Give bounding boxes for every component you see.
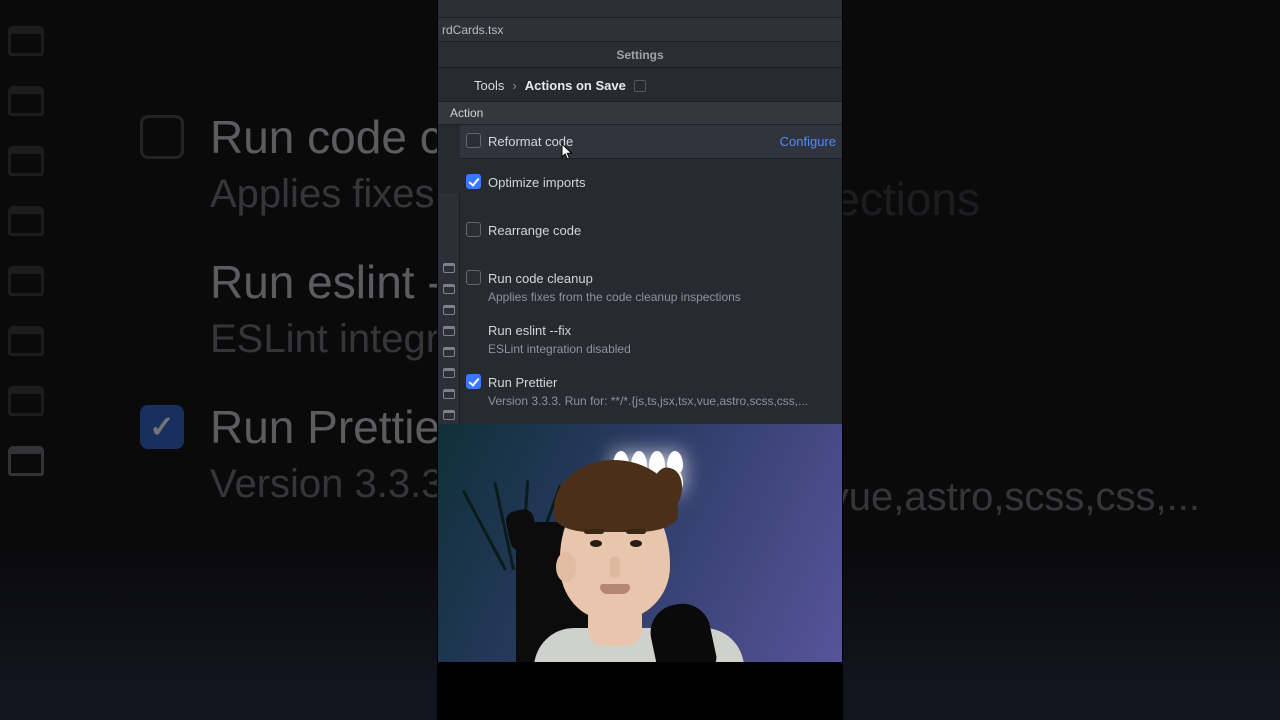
reset-icon[interactable] — [634, 80, 646, 92]
window-icon — [8, 266, 44, 296]
checkbox-reformat[interactable] — [466, 133, 481, 148]
checkbox-unchecked-icon — [140, 115, 184, 159]
actions-column-header: Action — [438, 101, 842, 125]
breadcrumb-current: Actions on Save — [525, 78, 626, 93]
action-label: Run code cleanup — [488, 271, 830, 287]
action-run-eslint-fix[interactable]: Run eslint --fix ESLint integration disa… — [460, 314, 842, 366]
breadcrumb-root[interactable]: Tools — [474, 78, 504, 93]
checkbox-cleanup[interactable] — [466, 270, 481, 285]
webcam-overlay — [438, 424, 842, 662]
nose-icon — [610, 556, 620, 578]
action-rearrange-code[interactable]: Rearrange code — [460, 207, 842, 255]
bg-toolstrip — [8, 26, 68, 476]
action-run-prettier[interactable]: Run Prettier Version 3.3.3. Run for: **/… — [460, 366, 842, 418]
eye-icon — [590, 540, 602, 547]
window-icon — [8, 206, 44, 236]
checkbox-checked-icon — [140, 405, 184, 449]
action-label: Run Prettier — [488, 375, 830, 391]
toolwindow-icon[interactable] — [443, 389, 455, 399]
window-icon — [8, 386, 44, 416]
action-optimize-imports[interactable]: Optimize imports — [460, 159, 842, 207]
mouth-icon — [600, 584, 630, 594]
configure-link[interactable]: Configure — [780, 134, 836, 149]
action-label: Optimize imports — [488, 175, 830, 191]
window-icon — [8, 326, 44, 356]
toolwindow-icon[interactable] — [443, 284, 455, 294]
editor-tabbar[interactable]: rdCards.tsx — [438, 18, 842, 42]
breadcrumb: Tools › Actions on Save — [438, 68, 842, 101]
settings-dialog-title: Settings — [438, 42, 842, 68]
chevron-right-icon: › — [512, 78, 516, 93]
person-hair — [554, 460, 678, 532]
eyebrow-icon — [584, 529, 604, 534]
bg-right-tail: ,vue,astro,scss,css,... — [818, 475, 1200, 520]
toolwindow-icon[interactable] — [443, 263, 455, 273]
bg-label: Run Prettier — [210, 400, 455, 454]
window-icon — [8, 146, 44, 176]
eyebrow-icon — [626, 529, 646, 534]
checkbox-prettier[interactable] — [466, 374, 481, 389]
window-icon — [8, 86, 44, 116]
checkbox-rearrange[interactable] — [466, 222, 481, 237]
settings-title-text: Settings — [616, 48, 663, 62]
toolwindow-icon[interactable] — [443, 326, 455, 336]
editor-tab-filename[interactable]: rdCards.tsx — [442, 23, 503, 37]
action-label: Rearrange code — [488, 223, 830, 239]
letterbox-bar — [438, 662, 842, 720]
person-ear — [556, 552, 576, 582]
action-run-code-cleanup[interactable]: Run code cleanup Applies fixes from the … — [460, 255, 842, 314]
ide-titlebar — [438, 0, 842, 18]
eye-icon — [630, 540, 642, 547]
action-desc: Applies fixes from the code cleanup insp… — [488, 289, 830, 305]
window-icon — [8, 26, 44, 56]
toolwindow-icon[interactable] — [443, 305, 455, 315]
action-reformat-code[interactable]: Reformat code Configure — [460, 125, 842, 159]
column-header-text: Action — [450, 106, 483, 120]
checkbox-optimize[interactable] — [466, 174, 481, 189]
checkbox-eslint-disabled — [466, 322, 481, 337]
toolwindow-icon[interactable] — [443, 347, 455, 357]
action-desc: ESLint integration disabled — [488, 341, 830, 357]
action-label: Run eslint --fix — [488, 323, 830, 339]
toolwindow-icon[interactable] — [443, 410, 455, 420]
window-icon — [8, 446, 44, 476]
toolwindow-icon[interactable] — [443, 368, 455, 378]
action-desc: Version 3.3.3. Run for: **/*.{js,ts,jsx,… — [488, 393, 830, 409]
